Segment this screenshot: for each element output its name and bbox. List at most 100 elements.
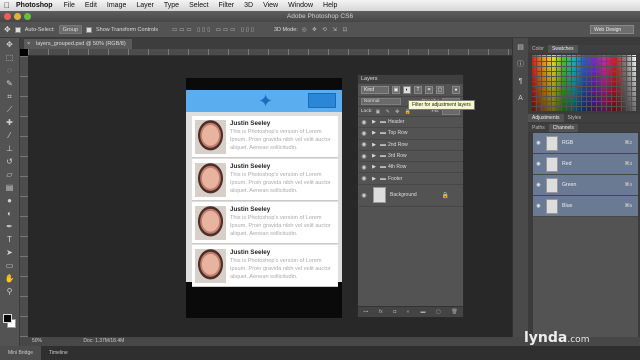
eraser-tool-icon[interactable]: ▱	[3, 169, 17, 181]
adjustment-filter-icon[interactable]: ◐	[403, 86, 411, 94]
document-size[interactable]: Doc: 1.37M/18.4M	[83, 338, 124, 344]
shape-tool-icon[interactable]: ▭	[3, 260, 17, 272]
pixel-filter-icon[interactable]: ▣	[392, 86, 400, 94]
character-panel-icon[interactable]: A	[515, 93, 526, 104]
marquee-tool-icon[interactable]: ⬚	[3, 52, 17, 64]
menu-image[interactable]: Image	[102, 2, 131, 9]
expand-arrow-icon[interactable]: ▶	[370, 142, 378, 148]
layer-group-3rd-row[interactable]: ◉ ▶ ▬ 3rd Row	[358, 151, 463, 163]
type-tool-icon[interactable]: T	[3, 234, 17, 246]
tab-paths[interactable]: Paths	[528, 124, 549, 132]
type-filter-icon[interactable]: T	[414, 86, 422, 94]
path-select-tool-icon[interactable]: ➤	[3, 247, 17, 259]
brush-tool-icon[interactable]: ⁄	[3, 130, 17, 142]
channel-row[interactable]: ◉ Blue ⌘5	[533, 196, 638, 217]
visibility-eye-icon[interactable]: ◉	[358, 130, 370, 137]
close-window-button[interactable]	[4, 13, 11, 20]
menu-select[interactable]: Select	[184, 2, 213, 9]
menu-edit[interactable]: Edit	[80, 2, 102, 9]
auto-select-checkbox[interactable]	[14, 26, 21, 33]
foreground-color-swatch[interactable]	[3, 314, 12, 323]
properties-panel-icon[interactable]: ⓘ	[515, 59, 526, 70]
history-panel-icon[interactable]: ▤	[515, 42, 526, 53]
trash-icon[interactable]: 🗑	[451, 309, 457, 315]
minimize-window-button[interactable]	[14, 13, 21, 20]
zoom-window-button[interactable]	[24, 13, 31, 20]
hand-tool-icon[interactable]: ✋	[3, 273, 17, 285]
new-adjustment-icon[interactable]: ◐	[407, 309, 410, 315]
healing-brush-tool-icon[interactable]: ✚	[3, 117, 17, 129]
history-brush-tool-icon[interactable]: ↺	[3, 156, 17, 168]
layer-group-footer[interactable]: ◉ ▶ ▬ Footer	[358, 173, 463, 185]
layer-style-icon[interactable]: fx	[379, 309, 383, 315]
layer-group-header[interactable]: ◉ ▶ ▬ Header	[358, 117, 463, 129]
swatches-grid[interactable]	[532, 55, 636, 111]
menu-window[interactable]: Window	[283, 2, 318, 9]
eyedropper-tool-icon[interactable]: ⟋	[3, 104, 17, 116]
tab-mini-bridge[interactable]: Mini Bridge	[0, 346, 42, 360]
move-tool-icon[interactable]: ✥	[4, 25, 11, 34]
apple-icon[interactable]: 	[0, 1, 14, 10]
smart-object-filter-icon[interactable]: ▢	[436, 86, 444, 94]
menu-view[interactable]: View	[258, 2, 283, 9]
3d-mode-icons[interactable]: ◎ ✥ ⟲ ⇲ ⊡	[302, 27, 349, 33]
layers-panel-title[interactable]: Layers	[358, 75, 463, 84]
tab-adjustments[interactable]: Adjustments	[528, 114, 564, 122]
expand-arrow-icon[interactable]: ▶	[370, 130, 378, 136]
visibility-eye-icon[interactable]: ◉	[533, 203, 544, 209]
menu-help[interactable]: Help	[318, 2, 342, 9]
tab-timeline[interactable]: Timeline	[41, 346, 76, 360]
tab-styles[interactable]: Styles	[564, 114, 586, 122]
link-layers-icon[interactable]: ⊶	[363, 309, 368, 315]
document-canvas[interactable]: ✦ Justin Seeley This is Photoshop's vers…	[186, 78, 342, 318]
auto-select-dropdown[interactable]: Group	[58, 25, 82, 34]
workspace-switcher[interactable]: Web Design	[590, 25, 634, 34]
lasso-tool-icon[interactable]: ◌	[3, 65, 17, 77]
dodge-tool-icon[interactable]: ◐	[3, 208, 17, 220]
menu-filter[interactable]: Filter	[214, 2, 240, 9]
expand-arrow-icon[interactable]: ▶	[370, 164, 378, 170]
align-icons[interactable]: ▭▭▭ ▯▯▯ ▭▭▭ ▯▯▯	[172, 27, 256, 33]
expand-arrow-icon[interactable]: ▶	[370, 176, 378, 182]
blur-tool-icon[interactable]: ●	[3, 195, 17, 207]
new-layer-icon[interactable]: ▢	[436, 309, 441, 315]
filter-kind-dropdown[interactable]: Kind	[361, 86, 389, 94]
zoom-level[interactable]: 50%	[32, 338, 42, 344]
menu-3d[interactable]: 3D	[239, 2, 258, 9]
layer-group-2nd-row[interactable]: ◉ ▶ ▬ 2nd Row	[358, 140, 463, 151]
transform-controls-checkbox[interactable]	[85, 26, 92, 33]
visibility-eye-icon[interactable]: ◉	[533, 182, 544, 188]
clone-stamp-tool-icon[interactable]: ⊥	[3, 143, 17, 155]
layer-group-4th-row[interactable]: ◉ ▶ ▬ 4th Row	[358, 162, 463, 174]
channel-row[interactable]: ◉ RGB ⌘2	[533, 133, 638, 154]
quick-select-tool-icon[interactable]: ✎	[3, 78, 17, 90]
channel-row[interactable]: ◉ Red ⌘3	[533, 154, 638, 175]
blend-mode-dropdown[interactable]: Normal	[361, 98, 401, 105]
add-mask-icon[interactable]: ◘	[393, 309, 396, 315]
visibility-eye-icon[interactable]: ◉	[358, 153, 370, 160]
tab-channels[interactable]: Channels	[548, 124, 578, 132]
shape-filter-icon[interactable]: ⌗	[425, 86, 433, 94]
move-tool-icon[interactable]: ✥	[3, 39, 17, 51]
visibility-eye-icon[interactable]: ◉	[533, 140, 544, 146]
pen-tool-icon[interactable]: ✒	[3, 221, 17, 233]
layer-background[interactable]: ◉ Background 🔒	[358, 185, 463, 207]
tab-swatches[interactable]: Swatches	[547, 45, 578, 53]
visibility-eye-icon[interactable]: ◉	[358, 192, 370, 199]
visibility-eye-icon[interactable]: ◉	[358, 141, 370, 148]
expand-arrow-icon[interactable]: ▶	[370, 153, 378, 159]
channel-row[interactable]: ◉ Green ⌘4	[533, 175, 638, 196]
document-tab[interactable]: × layers_grouped.psd @ 50% (RGB/8)	[24, 39, 132, 49]
app-menu[interactable]: Photoshop	[14, 2, 59, 9]
paragraph-panel-icon[interactable]: ¶	[515, 76, 526, 87]
visibility-eye-icon[interactable]: ◉	[358, 175, 370, 182]
layer-group-top-row[interactable]: ◉ ▶ ▬ Top Row	[358, 128, 463, 140]
expand-arrow-icon[interactable]: ▶	[370, 119, 378, 125]
tab-color[interactable]: Color	[528, 45, 548, 53]
new-group-icon[interactable]: ▬	[420, 309, 425, 315]
menu-file[interactable]: File	[59, 2, 80, 9]
zoom-tool-icon[interactable]: ⚲	[3, 286, 17, 298]
menu-type[interactable]: Type	[159, 2, 184, 9]
gradient-tool-icon[interactable]: ▤	[3, 182, 17, 194]
menu-layer[interactable]: Layer	[131, 2, 159, 9]
